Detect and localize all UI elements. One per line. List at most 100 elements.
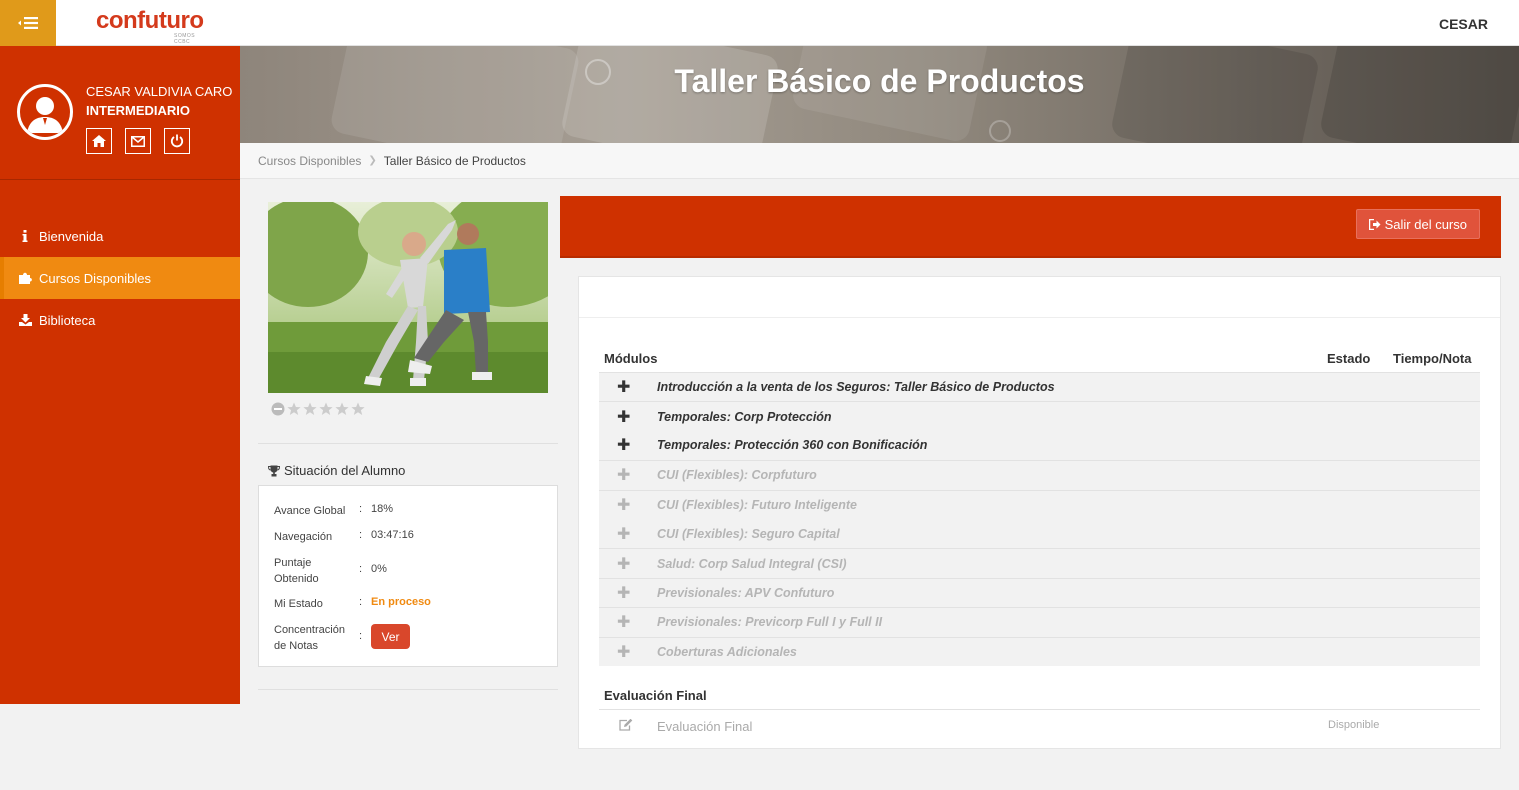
status-colon: : [359,503,363,515]
expand-plus-icon[interactable]: ✚ [617,377,630,397]
module-title: CUI (Flexibles): Futuro Inteligente [657,497,858,512]
breadcrumb: Cursos Disponibles ❯ Taller Básico de Pr… [240,143,1519,179]
info-icon [18,230,32,242]
breadcrumb-current: Taller Básico de Productos [383,153,526,168]
profile-panel: CESAR VALDIVIA CARO INTERMEDIARIO [0,46,240,180]
sidebar: CESAR VALDIVIA CARO INTERMEDIARIO Bienve… [0,46,240,704]
table-row: ✚ Salud: Corp Salud Integral (CSI) [599,548,1480,578]
user-avatar-icon [27,97,63,133]
final-evaluation-heading: Evaluación Final [604,688,707,703]
module-title: CUI (Flexibles): Corpfuturo [657,468,817,483]
table-row[interactable]: ✚ Temporales: Protección 360 con Bonific… [599,430,1480,461]
table-row: ✚ Coberturas Adicionales [599,636,1480,666]
sidebar-item-label: Bienvenida [39,228,104,244]
divider [258,443,558,444]
status-label: Avance Global [274,505,346,517]
module-title: Introducción a la venta de los Seguros: … [657,380,1055,395]
expand-plus-icon: ✚ [617,614,631,632]
page-title: Taller Básico de Productos [674,63,1085,99]
brand-logo[interactable]: confuturo SOMOS CCBC [96,9,204,46]
breadcrumb-link-cursos[interactable]: Cursos Disponibles [258,154,361,168]
expand-plus-icon: ✚ [617,555,631,573]
status-label: Navegación [274,531,333,543]
course-rating[interactable] [271,402,365,416]
brand-subtitle: SOMOS CCBC [174,33,196,45]
grades-view-wrapper: Ver [371,624,410,649]
panel-header [579,277,1500,318]
clear-rating-icon[interactable] [271,402,285,416]
status-colon: : [359,529,363,541]
user-menu[interactable]: CESAR [1439,16,1488,32]
final-evaluation-row[interactable]: Evaluación Final Disponible [599,711,1480,741]
status-label: Puntaje Obtenido [274,557,319,585]
star-icon[interactable] [303,402,317,416]
menu-toggle-button[interactable] [0,0,56,46]
divider [599,709,1480,710]
exit-course-label: Salir del curso [1384,216,1467,232]
sidebar-item-bienvenida[interactable]: Bienvenida [0,215,240,257]
expand-plus-icon: ✚ [617,643,631,661]
modules-column-header: Módulos [604,351,658,366]
expand-plus-icon: ✚ [617,467,631,485]
sidebar-nav: Bienvenida Cursos Disponibles Biblioteca [0,215,240,341]
modules-panel: Módulos Estado Tiempo/Nota ✚ Introducció… [578,276,1501,749]
sign-out-icon [1368,218,1381,230]
module-title: Temporales: Corp Protección [657,409,832,424]
module-title: Temporales: Protección 360 con Bonificac… [657,438,928,453]
star-icon[interactable] [319,402,333,416]
table-row: ✚ CUI (Flexibles): Corpfuturo [599,460,1480,490]
expand-plus-icon[interactable]: ✚ [617,407,630,427]
expand-plus-icon[interactable]: ✚ [617,435,630,455]
status-value: 18% [371,503,394,515]
status-value: 0% [371,563,387,575]
student-status-heading: Situación del Alumno [268,463,405,478]
star-icon[interactable] [351,402,365,416]
sidebar-item-cursos-disponibles[interactable]: Cursos Disponibles [0,257,240,299]
top-bar: confuturo SOMOS CCBC CESAR [0,0,1519,46]
module-title: CUI (Flexibles): Seguro Capital [657,526,840,541]
final-evaluation-link[interactable]: Evaluación Final [657,719,752,734]
edit-icon [619,718,633,734]
student-status-title: Situación del Alumno [284,463,406,478]
status-colon: : [359,630,363,642]
table-row: ✚ CUI (Flexibles): Futuro Inteligente [599,489,1480,519]
expand-plus-icon: ✚ [617,525,631,543]
star-icon[interactable] [335,402,349,416]
table-row: ✚ CUI (Flexibles): Seguro Capital [599,518,1480,549]
trophy-icon [268,465,280,476]
star-icon[interactable] [287,402,301,416]
state-column-header: Estado [1327,351,1371,366]
status-value: En proceso [371,596,431,608]
profile-name: CESAR VALDIVIA CARO [86,84,233,99]
messages-button[interactable] [125,128,151,154]
power-icon [170,134,184,148]
envelope-icon [131,135,145,147]
avatar [17,84,73,140]
exit-course-button[interactable]: Salir del curso [1355,209,1480,239]
download-icon [18,314,32,326]
home-button[interactable] [86,128,112,154]
status-colon: : [359,563,363,575]
table-row: ✚ Previsionales: APV Confuturo [599,577,1480,608]
module-title: Previsionales: APV Confuturo [657,585,835,600]
course-image [268,202,548,393]
modules-table: ✚ Introducción a la venta de los Seguros… [599,372,1480,666]
course-actions-bar: Salir del curso [560,196,1501,258]
final-evaluation-status: Disponible [1328,719,1380,731]
expand-plus-icon: ✚ [617,496,631,514]
view-grades-button[interactable]: Ver [371,624,410,649]
module-title: Coberturas Adicionales [657,644,797,659]
table-row[interactable]: ✚ Temporales: Corp Protección [599,401,1480,431]
module-title: Salud: Corp Salud Integral (CSI) [657,556,847,571]
home-icon [92,135,106,147]
profile-role: INTERMEDIARIO [86,103,190,118]
divider [258,689,558,690]
time-column-header: Tiempo/Nota [1393,351,1472,366]
sidebar-item-label: Cursos Disponibles [39,270,151,286]
logout-button[interactable] [164,128,190,154]
table-row[interactable]: ✚ Introducción a la venta de los Seguros… [599,372,1480,402]
profile-actions [86,128,190,154]
course-banner: Taller Básico de Productos [240,46,1519,143]
sidebar-item-biblioteca[interactable]: Biblioteca [0,299,240,341]
chevron-right-icon: ❯ [368,155,377,166]
